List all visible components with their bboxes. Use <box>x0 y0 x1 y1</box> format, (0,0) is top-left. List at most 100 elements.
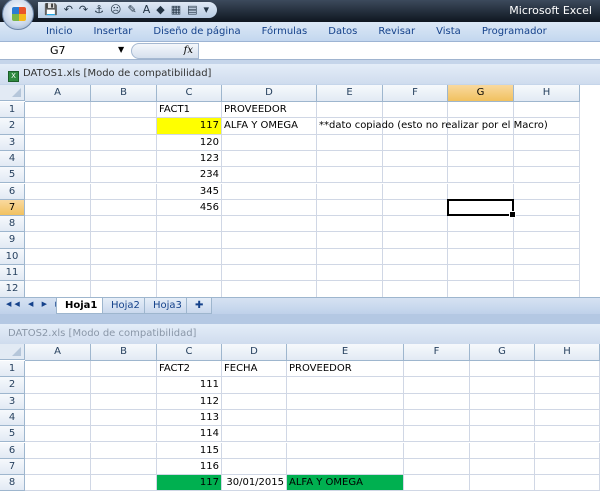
grid-cell[interactable] <box>404 442 470 459</box>
grid-cell[interactable] <box>383 281 448 297</box>
select-all-button[interactable] <box>0 344 25 360</box>
cell-E1[interactable]: PROVEEDOR <box>287 361 404 378</box>
redo-icon[interactable]: ↷ <box>79 3 88 17</box>
anchor-icon[interactable]: ⚓ <box>94 3 104 17</box>
grid-cell[interactable] <box>91 199 157 217</box>
grid-cell[interactable] <box>222 409 287 427</box>
grid-cell[interactable] <box>25 167 91 184</box>
cell-C5[interactable]: 234 <box>157 167 222 184</box>
column-header[interactable]: D <box>222 85 317 102</box>
chevron-down-icon[interactable]: ▼ <box>118 45 124 54</box>
grid-cell[interactable] <box>25 134 91 151</box>
grid-cell[interactable] <box>25 475 91 492</box>
grid-cell[interactable] <box>157 281 222 297</box>
grid-cell[interactable] <box>470 458 535 476</box>
grid-cell[interactable] <box>91 118 157 135</box>
column-header[interactable]: G <box>448 85 514 102</box>
grid-cell[interactable] <box>25 409 91 427</box>
grid-cell[interactable] <box>222 183 317 200</box>
row-header[interactable]: 2 <box>0 118 25 135</box>
sad-face-icon[interactable]: ☹ <box>110 3 121 17</box>
grid-cell[interactable] <box>514 102 580 119</box>
grid-cell[interactable] <box>222 426 287 443</box>
grid-cell[interactable] <box>470 475 535 492</box>
grid-cell[interactable] <box>287 393 404 410</box>
grid-cell[interactable] <box>25 199 91 217</box>
ribbon-tab[interactable]: Revisar <box>378 22 415 41</box>
grid-cell[interactable] <box>91 248 157 265</box>
grid-cell[interactable] <box>404 377 470 394</box>
grid-cell[interactable] <box>157 216 222 233</box>
cell-C7[interactable]: 456 <box>157 199 222 217</box>
row-header[interactable]: 5 <box>0 426 25 443</box>
column-header[interactable]: A <box>25 85 91 102</box>
grid-cell[interactable] <box>287 426 404 443</box>
row-header[interactable]: 6 <box>0 442 25 459</box>
grid-cell[interactable] <box>448 167 514 184</box>
grid-cell[interactable] <box>157 265 222 282</box>
grid-cell[interactable] <box>222 442 287 459</box>
grid-cell[interactable] <box>514 167 580 184</box>
row-header[interactable]: 1 <box>0 361 25 378</box>
ribbon-tab[interactable]: Insertar <box>93 22 132 41</box>
row-header[interactable]: 3 <box>0 134 25 151</box>
grid-cell[interactable] <box>25 377 91 394</box>
grid-cell[interactable] <box>535 377 600 394</box>
grid-cell[interactable] <box>383 134 448 151</box>
form-icon[interactable]: ▤ <box>187 3 197 17</box>
grid-cell[interactable] <box>514 281 580 297</box>
grid-cell[interactable] <box>317 265 383 282</box>
grid-cell[interactable] <box>404 393 470 410</box>
grid-cell[interactable] <box>287 377 404 394</box>
grid-cell[interactable] <box>317 216 383 233</box>
grid-cell[interactable] <box>91 377 157 394</box>
grid-cell[interactable] <box>91 216 157 233</box>
grid-cell[interactable] <box>404 361 470 378</box>
sheet-tab-hoja3[interactable]: Hoja3 <box>144 298 191 314</box>
column-header[interactable]: H <box>535 344 600 361</box>
grid-cell[interactable] <box>514 183 580 200</box>
grid-cell[interactable] <box>514 199 580 217</box>
grid-cell[interactable] <box>383 199 448 217</box>
select-all-button[interactable] <box>0 85 25 101</box>
ribbon-tab[interactable]: Diseño de página <box>153 22 240 41</box>
grid-cell[interactable] <box>25 426 91 443</box>
grid-cell[interactable] <box>222 232 317 249</box>
grid-cell[interactable] <box>514 265 580 282</box>
grid-cell[interactable] <box>383 248 448 265</box>
column-header[interactable]: D <box>222 344 287 361</box>
cell-C5[interactable]: 114 <box>157 426 222 443</box>
cell-C6[interactable]: 345 <box>157 183 222 200</box>
grid-cell[interactable] <box>470 377 535 394</box>
column-header[interactable]: C <box>157 85 222 102</box>
grid-cell[interactable] <box>317 134 383 151</box>
grid-cell[interactable] <box>25 393 91 410</box>
ribbon-tab[interactable]: Datos <box>328 22 357 41</box>
row-header[interactable]: 8 <box>0 216 25 233</box>
row-header[interactable]: 4 <box>0 409 25 427</box>
grid-cell[interactable] <box>448 248 514 265</box>
grid-cell[interactable] <box>383 232 448 249</box>
grid-cell[interactable] <box>514 248 580 265</box>
row-header[interactable]: 7 <box>0 199 25 217</box>
cell-E2[interactable]: **dato copiado (esto no realizar por el … <box>317 118 548 135</box>
grid-cell[interactable] <box>222 377 287 394</box>
grid-cell[interactable] <box>222 265 317 282</box>
grid-cell[interactable] <box>25 265 91 282</box>
cell-C4[interactable]: 113 <box>157 409 222 427</box>
grid-cell[interactable] <box>535 361 600 378</box>
row-header[interactable]: 7 <box>0 458 25 476</box>
ribbon-tab[interactable]: Vista <box>436 22 461 41</box>
row-header[interactable]: 8 <box>0 475 25 492</box>
grid-cell[interactable] <box>25 361 91 378</box>
cell-C4[interactable]: 123 <box>157 150 222 168</box>
grid-cell[interactable] <box>287 458 404 476</box>
grid-cell[interactable] <box>91 393 157 410</box>
cell-C7[interactable]: 116 <box>157 458 222 476</box>
grid-cell[interactable] <box>535 393 600 410</box>
cell-C2[interactable]: 111 <box>157 377 222 394</box>
save-icon[interactable]: 💾 <box>44 3 58 17</box>
insert-function-button[interactable]: fx <box>131 43 199 59</box>
customize-icon[interactable]: ▾ <box>204 3 210 17</box>
grid-cell[interactable] <box>470 361 535 378</box>
